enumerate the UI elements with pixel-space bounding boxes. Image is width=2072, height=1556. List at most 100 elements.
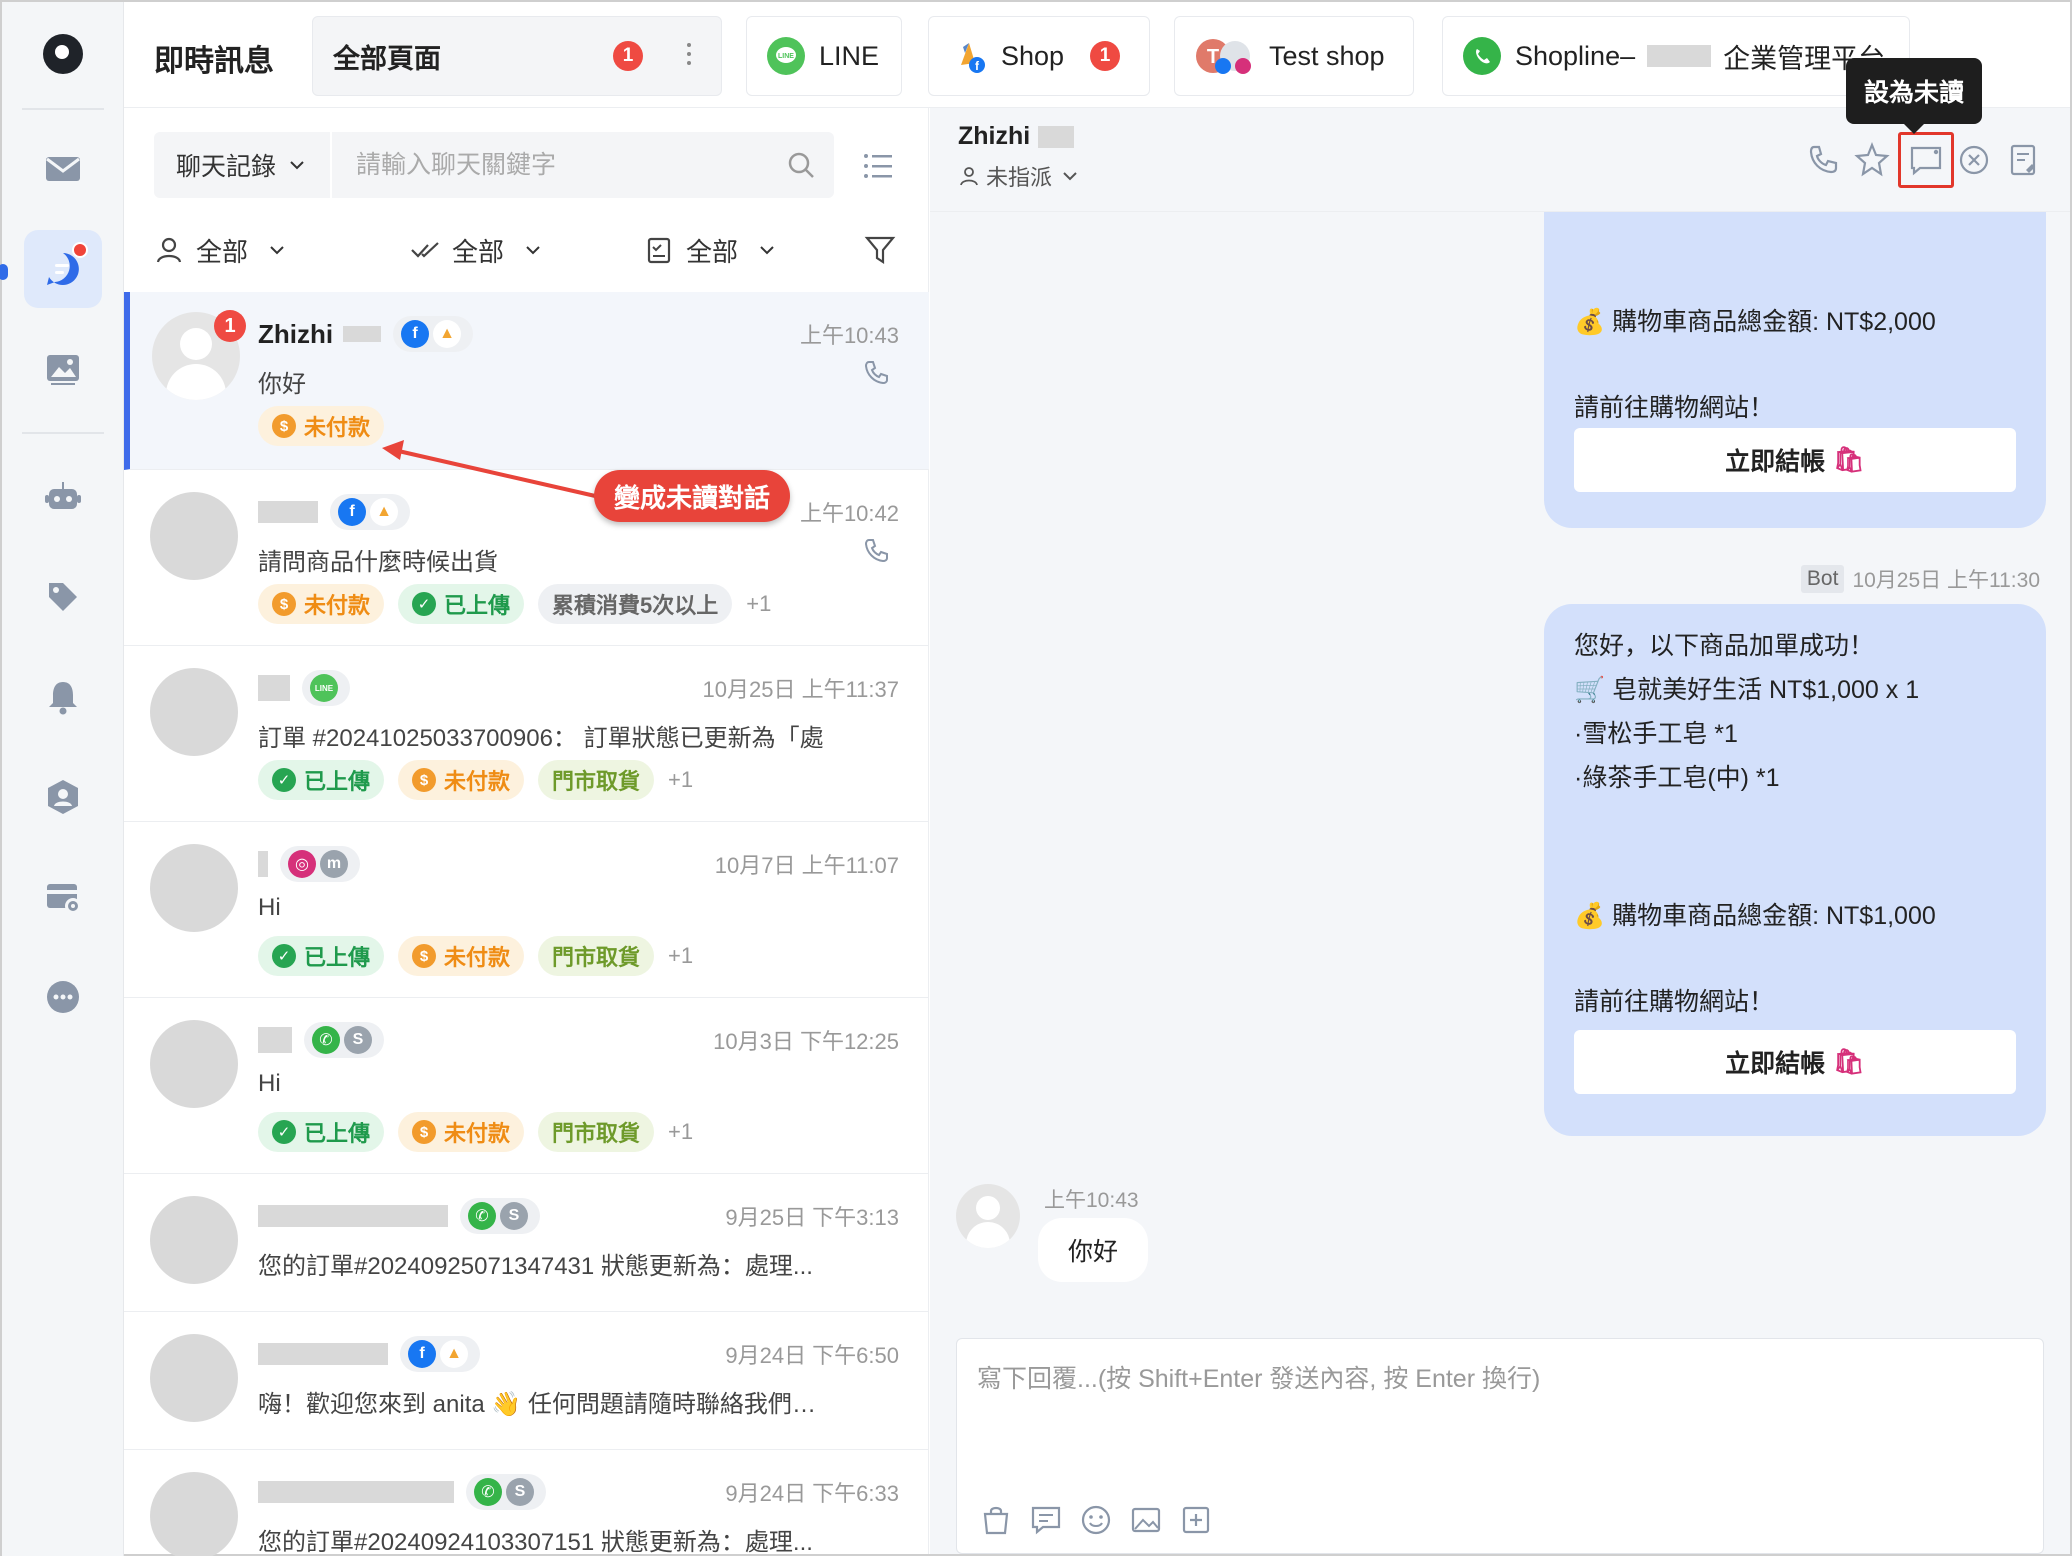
search-bar: 聊天記錄	[154, 132, 834, 198]
search-mode-dropdown[interactable]: 聊天記錄	[154, 132, 332, 198]
conversation-name: ✆ S	[258, 1472, 546, 1512]
conversation-item[interactable]: ✆ S 10月3日 下午12:25 Hi ✓ 已上傳 $ 未付款 門市取貨 +1	[124, 998, 929, 1174]
note-icon[interactable]	[2006, 142, 2042, 178]
search-input[interactable]	[336, 132, 786, 198]
conversation-item[interactable]: f ▲ 9月24日 下午6:50 嗨！歡迎您來到 anita 👋 任何問題請隨時…	[124, 1312, 929, 1450]
mark-unread-icon[interactable]	[1908, 142, 1944, 178]
avatar	[150, 1334, 238, 1422]
chat-icon[interactable]	[24, 230, 102, 308]
channel-icons: f ▲	[393, 316, 474, 352]
conversation-name: ✆ S	[258, 1020, 384, 1060]
s-channel-icon: S	[344, 1026, 372, 1054]
bell-icon[interactable]	[24, 658, 102, 736]
chat-unread-dot	[72, 242, 88, 258]
tag-icon[interactable]	[24, 558, 102, 636]
tab-shop[interactable]: f Shop 1	[928, 16, 1150, 96]
conversation-name: ✆ S	[258, 1196, 540, 1236]
more-tags[interactable]: +1	[746, 591, 771, 617]
phone-icon[interactable]	[863, 536, 891, 564]
filter-icon[interactable]	[864, 234, 896, 266]
reply-input[interactable]	[957, 1339, 2043, 1489]
star-icon[interactable]	[1854, 142, 1890, 178]
facebook-icon: f	[338, 498, 366, 526]
message-line: 🛒 皂就美好生活 NT$1,000 x 1	[1574, 676, 1920, 704]
more-tags[interactable]: +1	[668, 1119, 693, 1145]
shopping-bag-icon[interactable]	[979, 1503, 1013, 1537]
tag-spending: 累積消費5次以上	[538, 584, 733, 624]
phone-icon[interactable]	[863, 358, 891, 386]
redacted-text	[258, 501, 318, 523]
conversation-item[interactable]: LINE 10月25日 上午11:37 訂單 #2024102503370090…	[124, 646, 929, 822]
checkout-label: 立即結帳	[1725, 1050, 1826, 1078]
top-bar: 即時訊息 全部頁面 1 LINE LINE f Shop 1 T Test sh…	[124, 2, 2070, 108]
assignee-dropdown[interactable]: 未指派	[958, 160, 1080, 192]
emoji-icon[interactable]	[1079, 1503, 1113, 1537]
tag-unpaid: $ 未付款	[398, 1112, 525, 1152]
conversation-preview: 嗨！歡迎您來到 anita 👋 任何問題請隨時聯絡我們，我	[258, 1391, 838, 1418]
close-conversation-icon[interactable]	[1956, 142, 1992, 178]
more-tags[interactable]: +1	[668, 943, 693, 969]
annotation-arrow	[382, 440, 605, 500]
tab-all-pages[interactable]: 全部頁面 1	[312, 16, 722, 96]
facebook-icon: f	[401, 320, 430, 348]
template-add-icon[interactable]	[1179, 1503, 1213, 1537]
active-marker	[0, 264, 8, 280]
checklist-icon	[647, 237, 671, 264]
message-meta: Bot 10月25日 上午11:30	[1800, 564, 2040, 594]
message-line: 請前往購物網站！	[1574, 988, 1775, 1016]
order-filter[interactable]: 全部	[644, 220, 778, 280]
image-icon[interactable]	[1129, 1503, 1163, 1537]
conversation-time: 上午10:43	[799, 323, 899, 348]
shop-icon: ▲	[440, 1340, 468, 1368]
app-logo-icon[interactable]	[43, 34, 83, 74]
tag-unpaid: $ 未付款	[258, 584, 385, 624]
chevron-down-icon	[526, 246, 540, 255]
list-view-icon[interactable]	[862, 150, 894, 182]
checkout-button[interactable]: 立即結帳 🛍	[1574, 428, 2016, 492]
contact-name: Zhizhi	[958, 122, 1031, 150]
conversation-item[interactable]: ✆ S 9月24日 下午6:33 您的訂單#20240924103307151 …	[124, 1450, 929, 1556]
line-icon: LINE	[767, 37, 805, 75]
media-icon[interactable]	[24, 330, 102, 408]
tag-store-pickup: 門市取貨	[538, 760, 655, 800]
more-tags[interactable]: +1	[668, 767, 693, 793]
kebab-menu-icon[interactable]	[687, 43, 691, 69]
rail-divider	[22, 108, 104, 110]
contacts-icon[interactable]	[24, 758, 102, 836]
bot-icon[interactable]	[24, 458, 102, 536]
conversation-preview: Hi	[258, 1070, 281, 1097]
whatsapp-icon	[1463, 37, 1501, 75]
tag-uploaded: ✓ 已上傳	[398, 584, 525, 624]
redacted-text	[258, 851, 268, 877]
outgoing-message-bubble: 您好，以下商品加單成功！ 🛒 皂就美好生活 NT$1,000 x 1 ·雪松手工…	[1544, 604, 2046, 1136]
tag-list: ✓ 已上傳 $ 未付款 門市取貨 +1	[258, 760, 693, 800]
tab-shopline[interactable]: Shopline– 企業管理平台	[1442, 16, 1910, 96]
more-icon[interactable]	[24, 958, 102, 1036]
phone-icon[interactable]	[1806, 142, 1842, 178]
message-line: 💰 購物車商品總金額: NT$1,000	[1574, 902, 1936, 930]
settings-card-icon[interactable]	[24, 858, 102, 936]
quick-reply-icon[interactable]	[1029, 1503, 1063, 1537]
tab-label: Test shop	[1269, 40, 1385, 71]
read-status-filter[interactable]: 全部	[410, 220, 544, 280]
tag-unpaid: $ 未付款	[258, 406, 385, 446]
s-channel-icon: S	[500, 1202, 528, 1230]
shopping-bag-icon: 🛍	[1833, 1047, 1865, 1076]
rail-divider	[22, 432, 104, 434]
tab-line[interactable]: LINE LINE	[746, 16, 902, 96]
person-icon	[156, 237, 182, 263]
tab-test-shop[interactable]: T Test shop	[1174, 16, 1414, 96]
search-icon[interactable]	[786, 150, 816, 180]
conversation-preview: 請問商品什麼時候出貨	[258, 549, 498, 576]
inbox-icon[interactable]	[24, 130, 102, 208]
conversation-preview: 您的訂單#20240925071347431 狀態更新為：處理...	[258, 1253, 813, 1280]
whatsapp-icon: ✆	[312, 1026, 340, 1054]
tooltip-mark-unread: 設為未讀	[1845, 58, 1982, 134]
message-line: ·雪松手工皂 *1	[1574, 720, 1738, 748]
filter-label: 全部	[452, 236, 505, 267]
conversation-item[interactable]: ✆ S 9月25日 下午3:13 您的訂單#20240925071347431 …	[124, 1174, 929, 1312]
checkout-button[interactable]: 立即結帳 🛍	[1574, 1030, 2016, 1094]
conversation-item[interactable]: ◎ m 10月7日 上午11:07 Hi ✓ 已上傳 $ 未付款 門市取貨 +1	[124, 822, 929, 998]
assignee-filter[interactable]: 全部	[154, 220, 288, 280]
channel-icons: LINE	[302, 670, 350, 706]
